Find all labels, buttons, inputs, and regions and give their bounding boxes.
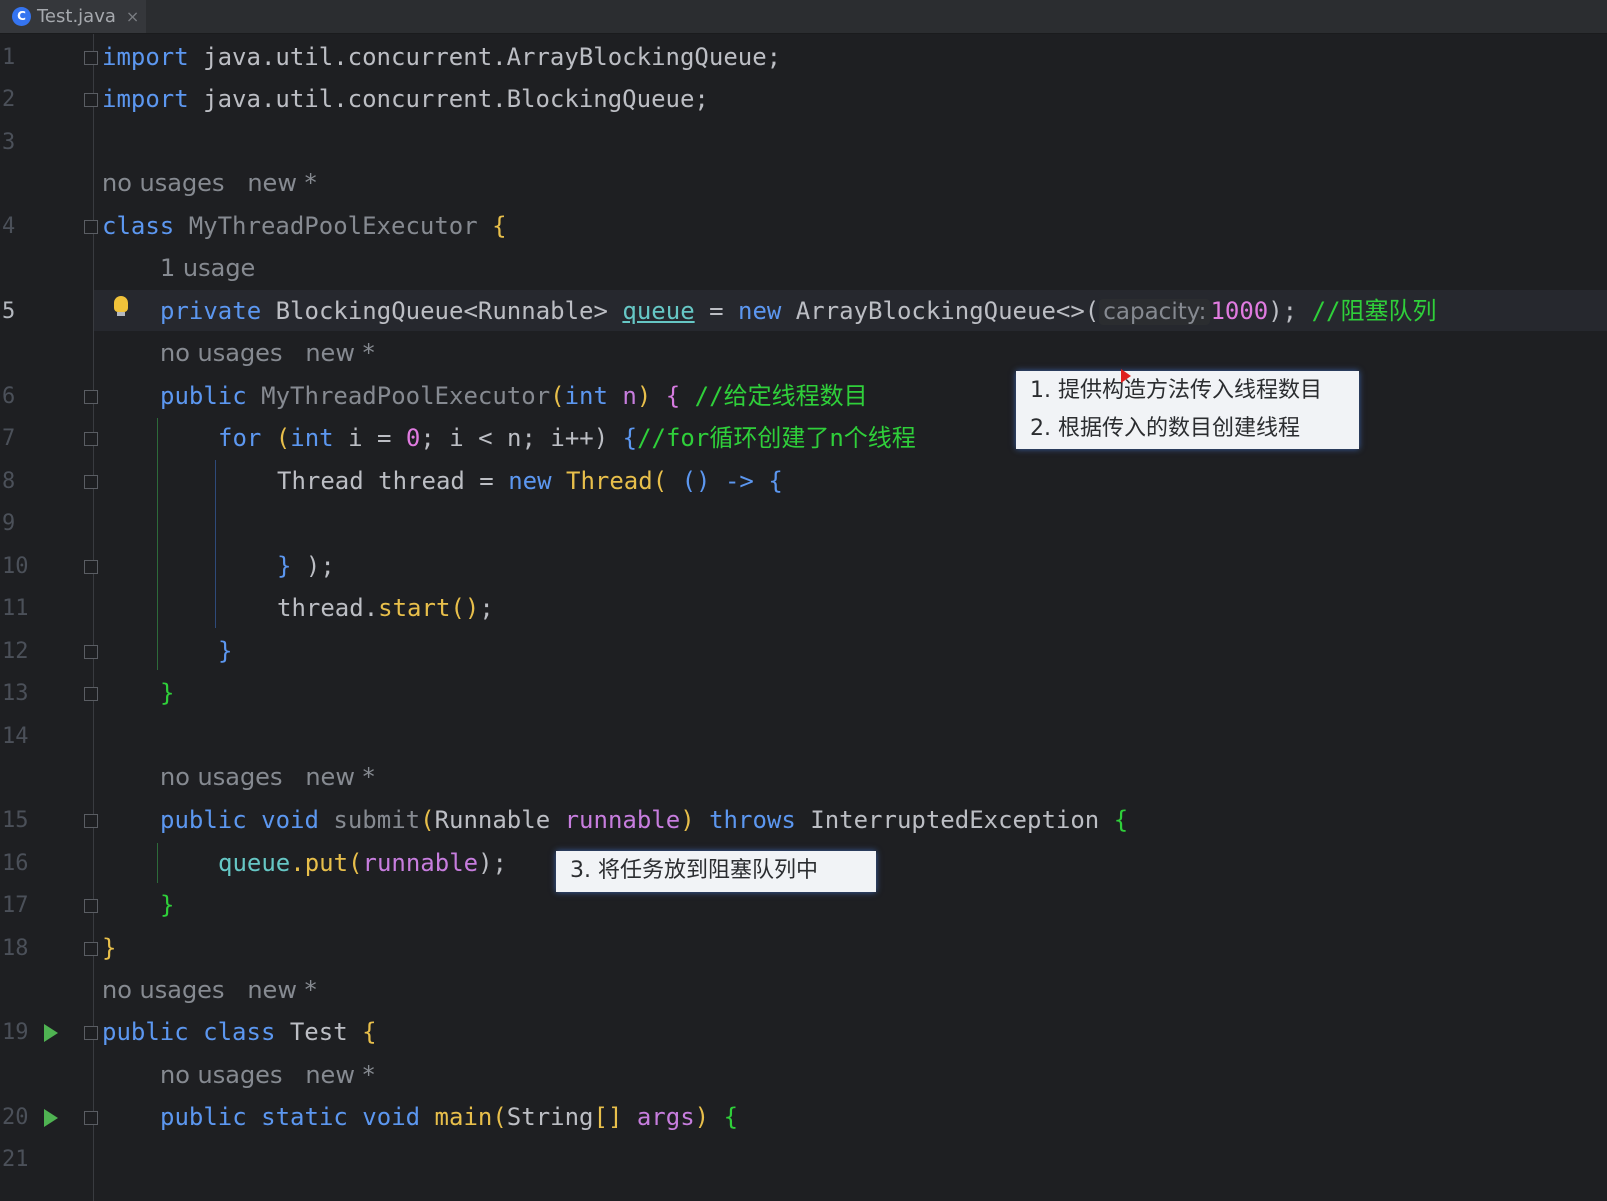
line-number: 11: [2, 596, 29, 621]
usage-hint[interactable]: 1 usage: [160, 254, 255, 282]
run-icon[interactable]: [44, 1109, 58, 1127]
code-line-12[interactable]: }: [218, 636, 232, 666]
usage-hint[interactable]: no usages new *: [160, 339, 375, 367]
code-line-16[interactable]: queue.put(runnable);: [218, 848, 507, 878]
code-line-19[interactable]: public class Test {: [102, 1017, 377, 1047]
line-number: 12: [2, 639, 29, 664]
line-number: 2: [2, 87, 16, 112]
code-line-7[interactable]: for (int i = 0; i < n; i++) {//for循环创建了n…: [218, 423, 916, 453]
fold-icon[interactable]: [84, 899, 98, 913]
usage-hint[interactable]: no usages new *: [160, 1061, 375, 1089]
tab-filename: Test.java: [37, 6, 116, 27]
line-number: 16: [2, 851, 29, 876]
line-number: 3: [2, 130, 16, 155]
code-line-13[interactable]: }: [160, 678, 174, 708]
line-number-current: 5: [2, 299, 16, 324]
line-number: 15: [2, 808, 29, 833]
fold-icon[interactable]: [84, 1111, 98, 1125]
fold-icon[interactable]: [84, 687, 98, 701]
lightbulb-icon[interactable]: [114, 296, 128, 316]
indent-guide: [157, 418, 158, 670]
annotation-note-constructor: 1. 提供构造方法传入线程数目 2. 根据传入的数目创建线程: [1016, 371, 1359, 449]
fold-icon[interactable]: [84, 560, 98, 574]
fold-icon[interactable]: [84, 645, 98, 659]
fold-icon[interactable]: [84, 942, 98, 956]
fold-icon[interactable]: [84, 1026, 98, 1040]
code-line-15[interactable]: public void submit(Runnable runnable) th…: [160, 805, 1128, 835]
cursor-flag-icon: [1121, 369, 1131, 383]
code-line-1[interactable]: import java.util.concurrent.ArrayBlockin…: [102, 42, 781, 72]
run-icon[interactable]: [44, 1024, 58, 1042]
line-number: 19: [2, 1020, 29, 1045]
indent-guide: [215, 460, 216, 628]
tab-test-java[interactable]: C Test.java ×: [0, 0, 146, 33]
code-line-11[interactable]: thread.start();: [277, 593, 494, 623]
line-number: 6: [2, 384, 16, 409]
code-line-8[interactable]: Thread thread = new Thread( () -> {: [277, 466, 783, 496]
line-number: 10: [2, 554, 29, 579]
fold-icon[interactable]: [84, 51, 98, 65]
java-class-icon: C: [12, 7, 31, 26]
fold-icon[interactable]: [84, 220, 98, 234]
usage-hint[interactable]: no usages new *: [102, 169, 317, 197]
line-number: 18: [2, 936, 29, 961]
note-line: 2. 根据传入的数目创建线程: [1030, 416, 1300, 441]
parameter-hint: capacity:: [1099, 299, 1211, 325]
fold-icon[interactable]: [84, 93, 98, 107]
line-number: 20: [2, 1105, 29, 1130]
fold-icon[interactable]: [84, 432, 98, 446]
line-number: 13: [2, 681, 29, 706]
indent-guide: [157, 843, 158, 883]
line-number: 4: [2, 214, 16, 239]
line-number: 21: [2, 1147, 29, 1172]
note-line: 3. 将任务放到阻塞队列中: [570, 858, 818, 883]
annotation-note-submit: 3. 将任务放到阻塞队列中: [556, 851, 876, 892]
note-line: 1. 提供构造方法传入线程数目: [1030, 378, 1322, 403]
line-number: 7: [2, 426, 16, 451]
code-line-6[interactable]: public MyThreadPoolExecutor(int n) { //给…: [160, 381, 868, 411]
code-line-4[interactable]: class MyThreadPoolExecutor {: [102, 211, 507, 241]
line-number: 9: [2, 511, 16, 536]
code-line-18[interactable]: }: [102, 933, 116, 963]
line-number: 8: [2, 469, 16, 494]
editor-tab-bar: C Test.java ×: [0, 0, 1607, 34]
code-line-10[interactable]: } );: [277, 551, 335, 581]
fold-icon[interactable]: [84, 390, 98, 404]
code-line-5[interactable]: private BlockingQueue<Runnable> queue = …: [160, 296, 1437, 327]
fold-icon[interactable]: [84, 814, 98, 828]
close-icon[interactable]: ×: [126, 7, 139, 26]
usage-hint[interactable]: no usages new *: [102, 976, 317, 1004]
code-line-20[interactable]: public static void main(String[] args) {: [160, 1102, 738, 1132]
code-line-17[interactable]: }: [160, 890, 174, 920]
line-number: 14: [2, 724, 29, 749]
usage-hint[interactable]: no usages new *: [160, 763, 375, 791]
fold-icon[interactable]: [84, 475, 98, 489]
line-number: 1: [2, 45, 16, 70]
line-number: 17: [2, 893, 29, 918]
code-line-2[interactable]: import java.util.concurrent.BlockingQueu…: [102, 84, 709, 114]
